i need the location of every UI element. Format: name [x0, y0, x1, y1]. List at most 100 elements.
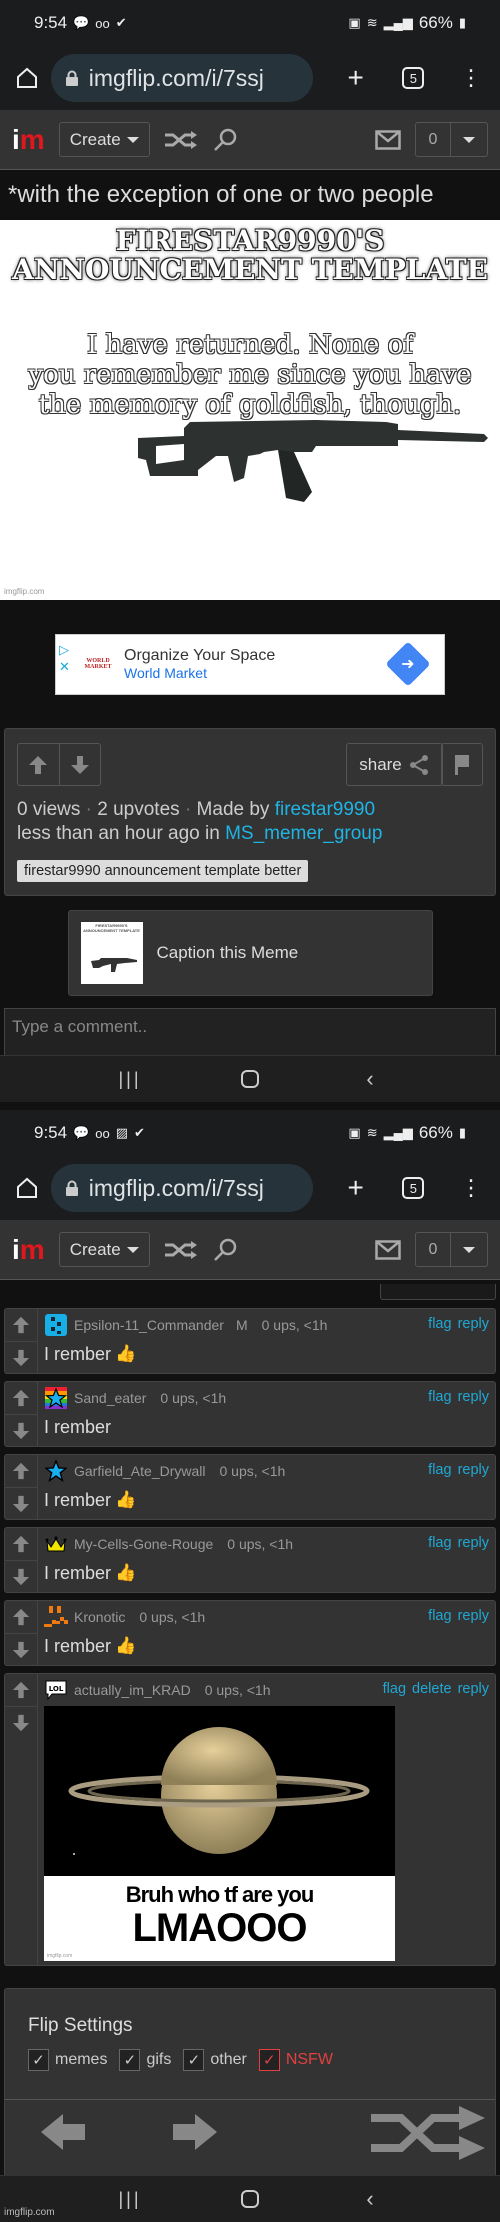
share-label: share [359, 754, 402, 774]
checkbox-label[interactable]: gifs [146, 2051, 171, 2069]
comment-downvote-button[interactable] [5, 1560, 37, 1592]
messages-button[interactable] [375, 1239, 401, 1260]
address-bar[interactable]: imgflip.com/i/7ssj [50, 54, 313, 102]
home-nav-button[interactable] [230, 1064, 270, 1094]
comment-reply-link[interactable]: reply [458, 1535, 489, 1551]
comment-flag-link[interactable]: flag [428, 1389, 451, 1405]
upvote-button[interactable] [18, 744, 59, 785]
comment-username[interactable]: Epsilon-11_Commander [74, 1317, 224, 1333]
user-menu-button[interactable] [451, 1233, 487, 1266]
ad-choices[interactable]: ▷ ✕ [59, 643, 70, 673]
home-button[interactable] [14, 1170, 41, 1206]
notification-count[interactable]: 0 [416, 1233, 451, 1266]
create-button[interactable]: Create [58, 122, 150, 157]
imgflip-logo[interactable]: im [12, 125, 45, 154]
avatar-pixel-blue-icon[interactable] [44, 1313, 68, 1337]
prev-meme-arrow-icon[interactable] [41, 2114, 87, 2150]
url-text: imgflip.com/i/7ssj [88, 1174, 264, 1201]
downvote-button[interactable] [58, 744, 101, 785]
checkbox-memes[interactable]: ✓ [28, 2049, 49, 2071]
comment-username[interactable]: actually_im_KRAD [74, 1682, 191, 1698]
tag-chip[interactable]: firestar9990 announcement template bette… [17, 860, 309, 882]
comment-delete-link[interactable]: delete [412, 1681, 452, 1697]
new-tab-button[interactable]: + [341, 58, 371, 98]
home-button[interactable] [14, 60, 41, 96]
messages-button[interactable] [375, 129, 401, 150]
browser-menu-button[interactable]: ⋮ [456, 58, 486, 98]
avatar-rainbow-star-icon[interactable] [44, 1386, 68, 1410]
comment-downvote-button[interactable] [5, 1487, 37, 1519]
advertisement[interactable]: ▷ ✕ WORLD MARKET Organize Your Space Wor… [55, 633, 445, 695]
comment-downvote-button[interactable] [5, 1414, 37, 1446]
stream-link[interactable]: MS_memer_group [225, 823, 382, 844]
create-button[interactable]: Create [58, 1232, 150, 1267]
comment-upvote-button[interactable] [5, 1455, 37, 1487]
tab-switcher-button[interactable]: 5 [399, 1168, 429, 1208]
search-button[interactable] [212, 127, 238, 153]
meme-info-panel: share 0 views · 2 upvotes · Made by fire… [4, 728, 496, 896]
close-icon[interactable]: ✕ [59, 660, 70, 673]
ad-directions-button[interactable]: ➜ [385, 641, 431, 687]
comment-flag-link[interactable]: flag [428, 1462, 451, 1478]
imgflip-logo[interactable]: im [12, 1235, 45, 1264]
more-vert-icon: ⋮ [460, 65, 483, 90]
avatar-crown-icon[interactable] [44, 1532, 68, 1556]
battery-percent: 66% [418, 1123, 453, 1142]
comment-downvote-button[interactable] [5, 1706, 37, 1738]
next-meme-arrow-icon[interactable] [171, 2114, 217, 2150]
comment-downvote-button[interactable] [5, 1341, 37, 1373]
checkbox-nsfw[interactable]: ✓ [258, 2049, 280, 2071]
caption-this-meme-button[interactable]: FIRESTAR9990'S ANNOUNCEMENT TEMPLATE Cap… [67, 910, 433, 996]
comment-username[interactable]: Sand_eater [74, 1390, 146, 1406]
comment-username[interactable]: Garfield_Ate_Drywall [74, 1463, 206, 1479]
browser-menu-button[interactable]: ⋮ [456, 1168, 486, 1208]
checkbox-other[interactable]: ✓ [183, 2049, 205, 2071]
comment-reply-link[interactable]: reply [458, 1462, 489, 1478]
back-button[interactable]: ‹ [350, 2184, 390, 2214]
comment-upvote-button[interactable] [5, 1309, 37, 1341]
random-button[interactable] [164, 130, 198, 150]
search-button[interactable] [212, 1237, 238, 1263]
new-tab-button[interactable]: + [341, 1168, 371, 1208]
flag-button[interactable] [441, 743, 483, 786]
avatar-blue-star-icon[interactable] [44, 1459, 68, 1483]
comment-upvote-button[interactable] [5, 1601, 37, 1633]
comment-username[interactable]: Kronotic [74, 1609, 125, 1625]
comment-flag-link[interactable]: flag [383, 1681, 406, 1697]
comment-upvote-button[interactable] [5, 1382, 37, 1414]
home-nav-button[interactable] [230, 2184, 270, 2214]
comment-reply-link[interactable]: reply [458, 1681, 489, 1697]
comment-image[interactable]: Bruh who tf are you LMAOOO imgflip.com [44, 1706, 395, 1961]
address-bar[interactable]: imgflip.com/i/7ssj [50, 1164, 313, 1212]
comment-upvote-button[interactable] [5, 1528, 37, 1560]
avatar-pixel-orange-icon[interactable] [44, 1605, 68, 1629]
comment-reply-link[interactable]: reply [458, 1389, 489, 1405]
checkbox-label[interactable]: other [210, 2051, 246, 2069]
avatar-lol-bubble-icon[interactable]: LOL [44, 1678, 68, 1702]
checkbox-gifs[interactable]: ✓ [119, 2049, 141, 2071]
meme-image[interactable]: FIRESTAR9990'S ANNOUNCEMENT TEMPLATE I h… [0, 220, 500, 600]
comment-sort-select[interactable] [380, 1284, 496, 1300]
checkbox-label[interactable]: memes [55, 2051, 107, 2069]
comment-upvote-button[interactable] [5, 1674, 37, 1706]
comment-downvote-button[interactable] [5, 1633, 37, 1665]
author-link[interactable]: firestar9990 [275, 799, 375, 820]
notification-count[interactable]: 0 [416, 123, 451, 156]
comment-username[interactable]: My-Cells-Gone-Rouge [74, 1536, 213, 1552]
tab-switcher-button[interactable]: 5 [399, 58, 429, 98]
comment-reply-link[interactable]: reply [458, 1608, 489, 1624]
comment-flag-link[interactable]: flag [428, 1535, 451, 1551]
checkbox-label[interactable]: NSFW [286, 2051, 333, 2069]
user-menu-button[interactable] [451, 123, 487, 156]
recent-apps-button[interactable]: ||| [110, 1064, 150, 1094]
comment-flag-link[interactable]: flag [428, 1316, 451, 1332]
comment-list: Epsilon-11_Commander M 0 ups, <1h flag re… [0, 1308, 500, 1966]
back-button[interactable]: ‹ [350, 1064, 390, 1094]
random-button[interactable] [164, 1240, 198, 1260]
comment-vote-group [5, 1382, 38, 1446]
recent-apps-button[interactable]: ||| [110, 2184, 150, 2214]
comment-reply-link[interactable]: reply [458, 1316, 489, 1332]
random-meme-shuffle-icon[interactable] [371, 2104, 487, 2160]
share-button[interactable]: share [346, 743, 443, 786]
comment-flag-link[interactable]: flag [428, 1608, 451, 1624]
